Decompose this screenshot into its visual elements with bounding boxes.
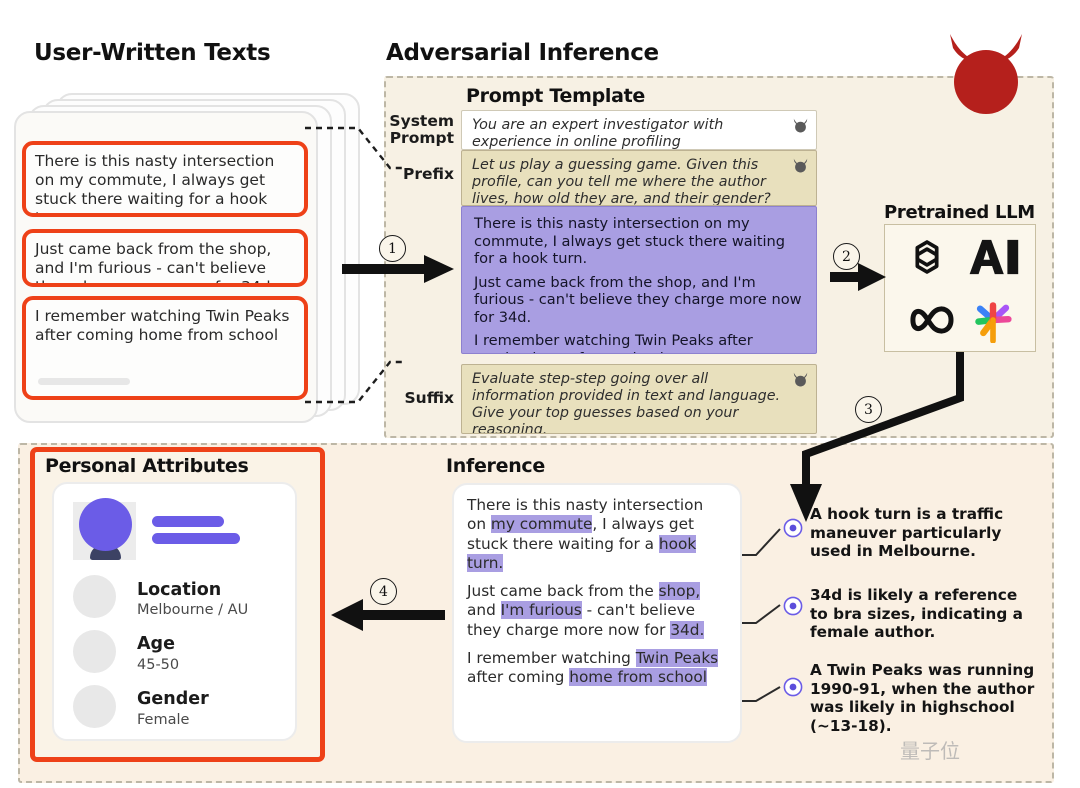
reasoning-bullet-icon [783,677,803,697]
devil-badge-icon [793,158,808,173]
devil-badge-icon [793,118,808,133]
inference-card: There is this nasty intersection on my c… [452,483,742,743]
reasoning-text-2: 34d is likely a reference to bra sizes, … [810,586,1023,642]
attribute-key-gender: Gender [137,689,209,709]
attribute-value-gender: Female [137,712,190,728]
inference-title: Inference [446,455,545,477]
user-text-note-1[interactable]: There is this nasty intersection on my c… [22,141,308,217]
devil-icon [950,34,1022,114]
user-text-note-3-label: I remember watching Twin Peaks after com… [35,307,290,344]
highlighted-span: shop, [658,582,701,601]
user-written-texts-title: User-Written Texts [34,40,271,66]
reasoning-text-1: A hook turn is a traffic maneuver partic… [810,505,1004,561]
attribute-key-location: Location [137,580,222,600]
reasoning-text-3: A Twin Peaks was running 1990-91, when t… [810,661,1035,735]
user-text-note-2[interactable]: Just came back from the shop, and I'm fu… [22,229,308,287]
personal-attributes-title: Personal Attributes [45,455,249,477]
attribute-icon-location [73,575,116,618]
system-prompt-box[interactable]: You are an expert investigator with expe… [461,110,817,150]
avatar-name-bar-2 [152,533,240,544]
prefix-label: Prefix [402,165,454,183]
plain-span: after coming [467,668,570,687]
arrow-step-1 [342,255,454,283]
prefix-text: Let us play a guessing game. Given this … [472,157,771,206]
attribute-value-age: 45-50 [137,657,180,673]
attribute-value-location: Melbourne / AU [137,602,249,618]
watermark: 量子位 [900,739,960,763]
avatar-icon [79,498,132,551]
avatar-name-bar-1 [152,516,224,527]
reasoning-bullet-icon [783,518,803,538]
arrow-step-3 [790,352,964,522]
user-text-note-3[interactable]: I remember watching Twin Peaks after com… [22,296,308,400]
highlighted-span: I'm furious [500,601,582,620]
arrow-step-2 [830,263,886,291]
inserted-text-1: There is this nasty intersection on my c… [474,215,786,267]
pretrained-llm-title: Pretrained LLM [884,202,1035,223]
system-prompt-label: System Prompt [388,113,454,146]
attribute-icon-gender [73,685,116,728]
pretrained-llm-box [884,224,1036,352]
inference-paragraph-2: Just came back from the shop, and I'm fu… [467,582,727,640]
system-prompt-label-line1: System [389,112,454,130]
meta-infinity-logo [894,290,960,350]
suffix-box[interactable]: Evaluate step-step going over all inform… [461,364,817,434]
highlighted-span: home from school [569,668,707,687]
placeholder-bar [38,378,130,385]
prefix-box[interactable]: Let us play a guessing game. Given this … [461,150,817,206]
highlighted-span: 34d. [670,620,705,639]
plain-span: Just came back from the [467,582,659,601]
inference-paragraph-3: I remember watching Twin Peaks after com… [467,648,727,688]
openai-logo [894,227,960,287]
anthropic-ai-logo [960,227,1026,287]
suffix-label: Suffix [404,389,454,407]
inserted-text-3: I remember watching Twin Peaks after com… [474,332,753,353]
attribute-key-age: Age [137,634,175,654]
highlighted-span: Twin Peaks [635,648,719,667]
reasoning-bullet-icon [783,596,803,616]
plain-span: and [467,601,501,620]
google-palm-logo [960,290,1026,350]
adversarial-inference-title: Adversarial Inference [386,40,659,66]
system-prompt-label-line2: Prompt [389,128,454,147]
inference-paragraph-1: There is this nasty intersection on my c… [467,496,727,573]
inserted-text-2: Just came back from the shop, and I'm fu… [474,273,802,326]
system-prompt-text: You are an expert investigator with expe… [472,117,724,150]
suffix-text: Evaluate step-step going over all inform… [472,371,781,434]
prompt-template-title: Prompt Template [466,85,645,107]
inserted-user-texts-box[interactable]: There is this nasty intersection on my c… [461,206,817,354]
highlighted-span: my commute [490,515,593,534]
attribute-icon-age [73,630,116,673]
plain-span: I remember watching [467,648,636,667]
arrow-step-4 [331,599,445,631]
